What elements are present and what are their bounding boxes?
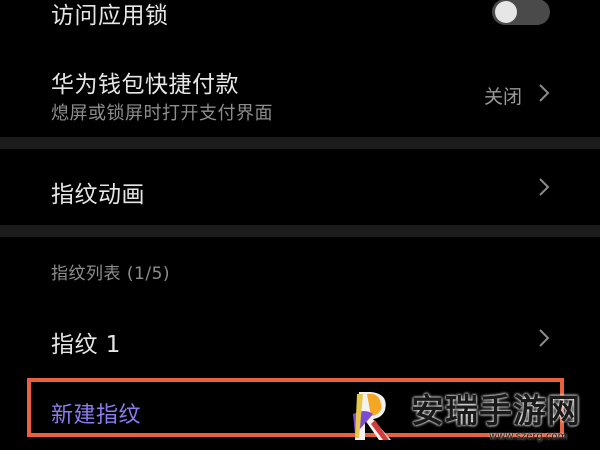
toggle-knob [495, 1, 517, 23]
watermark-url: www.szerg.com [489, 431, 568, 442]
new-fingerprint-button[interactable]: 新建指纹 [51, 397, 141, 429]
wallet-quick-pay-status: 关闭 [483, 86, 522, 108]
section-divider [0, 225, 600, 237]
fingerprint-animation-label: 指纹动画 [51, 182, 145, 208]
fingerprint-list-header: 指纹列表 (1/5) [51, 264, 171, 284]
fingerprint-item[interactable]: 指纹 1 [0, 305, 600, 371]
chevron-right-icon [539, 84, 550, 102]
chevron-right-icon [539, 178, 550, 196]
app-lock-row[interactable]: 访问应用锁 [0, 0, 600, 30]
wallet-quick-pay-label: 华为钱包快捷付款 [51, 72, 239, 98]
wallet-quick-pay-description: 熄屏或锁屏时打开支付界面 [51, 103, 273, 124]
fingerprint-animation-row[interactable]: 指纹动画 [0, 149, 600, 225]
site-watermark: 安瑞手游网 www.szerg.com [345, 378, 600, 450]
app-lock-toggle[interactable] [492, 0, 550, 25]
wallet-quick-pay-row[interactable]: 华为钱包快捷付款 熄屏或锁屏时打开支付界面 关闭 [0, 55, 600, 130]
watermark-title: 安瑞手游网 [411, 391, 581, 430]
chevron-right-icon [539, 329, 550, 347]
section-divider [0, 137, 600, 149]
watermark-logo-icon [353, 392, 391, 440]
app-lock-label: 访问应用锁 [51, 3, 169, 29]
fingerprint-item-label: 指纹 1 [51, 332, 121, 358]
